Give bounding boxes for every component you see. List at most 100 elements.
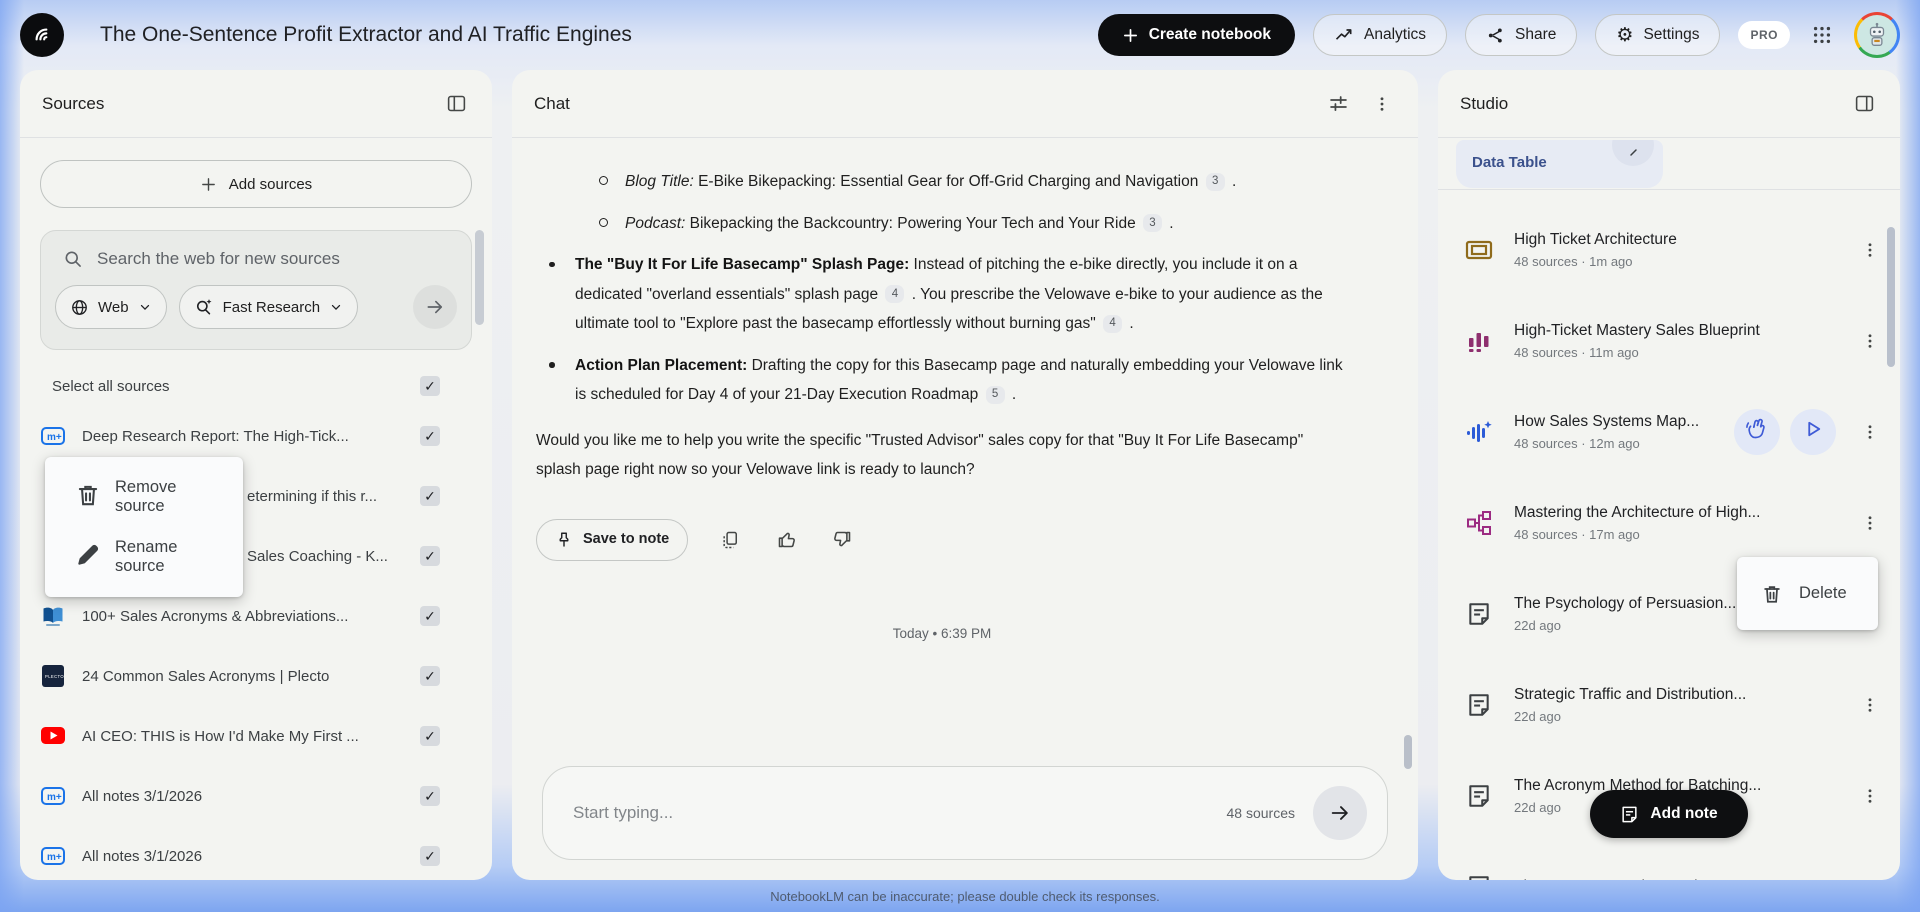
- plus-icon: [1123, 28, 1137, 42]
- play-button[interactable]: [1790, 408, 1836, 455]
- chat-panel-title: Chat: [534, 93, 570, 113]
- collapse-studio-panel-icon[interactable]: [1850, 90, 1878, 118]
- chat-closing-paragraph: Would you like me to help you write the …: [536, 431, 1304, 479]
- arrow-right-icon: [427, 300, 443, 314]
- select-all-checkbox[interactable]: ✓: [420, 376, 440, 396]
- notebooklm-logo-icon[interactable]: [20, 13, 64, 57]
- flowchart-icon: [1464, 510, 1494, 536]
- citation-chip[interactable]: 4: [885, 285, 905, 304]
- pin-icon: [559, 532, 569, 547]
- svg-text:m+: m+: [47, 852, 62, 863]
- source-checkbox[interactable]: ✓: [420, 426, 440, 446]
- youtube-icon: [40, 723, 66, 749]
- note-icon: [1622, 806, 1638, 822]
- rename-source-menu-item[interactable]: Rename source: [45, 527, 243, 587]
- citation-chip[interactable]: 3: [1205, 172, 1225, 191]
- add-sources-button[interactable]: Add sources: [40, 160, 472, 208]
- analytics-button[interactable]: Analytics: [1313, 14, 1448, 56]
- data-table-chip[interactable]: Data Table: [1456, 140, 1663, 188]
- citation-chip[interactable]: 4: [1103, 314, 1123, 333]
- source-row[interactable]: m+ All notes 3/1/2026 ✓: [20, 766, 492, 826]
- thumbs-up-icon[interactable]: [772, 526, 800, 554]
- source-checkbox[interactable]: ✓: [420, 546, 440, 566]
- copy-icon[interactable]: [716, 526, 744, 554]
- note-source-icon: m+: [40, 423, 66, 449]
- web-search-input[interactable]: Search the web for new sources: [97, 249, 340, 269]
- source-checkbox[interactable]: ✓: [420, 666, 440, 686]
- chat-more-options-icon[interactable]: [1368, 90, 1396, 118]
- settings-button[interactable]: ⚙ Settings: [1595, 14, 1721, 56]
- svg-text:PLECTO: PLECTO: [45, 674, 64, 679]
- collapse-sources-panel-icon[interactable]: [442, 90, 470, 118]
- studio-item-more-options-icon[interactable]: [1858, 689, 1882, 721]
- apps-grid-icon[interactable]: [1808, 21, 1836, 49]
- share-button[interactable]: Share: [1465, 14, 1578, 56]
- source-checkbox[interactable]: ✓: [420, 486, 440, 506]
- arrow-right-icon: [1331, 806, 1348, 820]
- web-search-card: Search the web for new sources Web Fast …: [40, 230, 472, 350]
- studio-item[interactable]: Mastering the Architecture of High... 48 …: [1438, 477, 1900, 568]
- save-to-note-button[interactable]: Save to note: [536, 518, 689, 561]
- waveform-icon: [1464, 419, 1494, 445]
- trending-up-icon: [1335, 29, 1352, 40]
- notebook-title[interactable]: The One-Sentence Profit Extractor and AI…: [100, 23, 632, 47]
- remove-source-menu-item[interactable]: Remove source: [45, 467, 243, 527]
- source-title: All notes 3/1/2026: [82, 847, 203, 865]
- note-source-icon: m+: [40, 783, 66, 809]
- studio-item-meta: 22d ago: [1514, 708, 1561, 724]
- studio-context-menu: Delete: [1737, 557, 1878, 630]
- studio-item[interactable]: The Content Creation Engine: Wee...: [1438, 841, 1900, 880]
- chat-scrollbar[interactable]: [1404, 735, 1412, 769]
- bullet-marker: [549, 250, 575, 339]
- create-notebook-button[interactable]: Create notebook: [1097, 14, 1296, 56]
- studio-scrollbar[interactable]: [1887, 227, 1895, 367]
- studio-item-more-options-icon[interactable]: [1858, 325, 1882, 357]
- source-checkbox[interactable]: ✓: [420, 786, 440, 806]
- chat-input-box[interactable]: Start typing... 48 sources: [542, 766, 1388, 860]
- studio-item-more-options-icon[interactable]: [1858, 780, 1882, 812]
- sources-scrollbar[interactable]: [475, 230, 484, 325]
- studio-item[interactable]: How Sales Systems Map... 48 sources · 12m…: [1438, 386, 1900, 477]
- share-icon: [1488, 27, 1502, 43]
- menu-item-label: Rename source: [115, 538, 178, 575]
- disclaimer-text: NotebookLM can be inaccurate; please dou…: [770, 889, 1160, 904]
- source-checkbox[interactable]: ✓: [420, 606, 440, 626]
- citation-chip[interactable]: 5: [985, 385, 1005, 404]
- studio-item[interactable]: High Ticket Architecture 48 sources · 1m …: [1438, 204, 1900, 295]
- citation-chip[interactable]: 3: [1143, 214, 1162, 233]
- thumbs-down-icon[interactable]: [828, 526, 856, 554]
- sources-panel: Sources Add sources Search the web for n…: [20, 70, 492, 880]
- search-submit-button[interactable]: [413, 285, 457, 329]
- chat-sub-bullet: Podcast: Bikepacking the Backcountry: Po…: [599, 209, 1348, 239]
- research-mode-dropdown[interactable]: Fast Research: [178, 285, 359, 329]
- source-row[interactable]: PLECTO 24 Common Sales Acronyms | Plecto ✓: [20, 646, 492, 706]
- delete-menu-item[interactable]: Delete: [1737, 557, 1859, 630]
- studio-item-more-options-icon[interactable]: [1858, 507, 1882, 539]
- source-checkbox[interactable]: ✓: [420, 726, 440, 746]
- web-filter-dropdown[interactable]: Web: [55, 285, 167, 329]
- source-row[interactable]: m+ All notes 3/1/2026 ✓: [20, 826, 492, 880]
- source-row[interactable]: AI CEO: THIS is How I'd Make My First ..…: [20, 706, 492, 766]
- studio-item-title: High-Ticket Mastery Sales Blueprint: [1514, 321, 1760, 339]
- avatar[interactable]: [1854, 12, 1900, 58]
- chat-main-bullet: The "Buy It For Life Basecamp" Splash Pa…: [549, 250, 1348, 339]
- studio-item-meta: 48 sources · 11m ago: [1514, 344, 1639, 360]
- send-button[interactable]: [1313, 786, 1367, 840]
- studio-panel: Studio Data Table High Ticket Architectu…: [1438, 70, 1900, 880]
- studio-item-more-options-icon[interactable]: [1858, 234, 1882, 266]
- add-note-button[interactable]: Add note: [1590, 790, 1748, 838]
- edit-icon[interactable]: [1612, 140, 1654, 166]
- plecto-icon: PLECTO: [40, 663, 66, 689]
- interactive-mode-button[interactable]: [1734, 408, 1780, 455]
- source-context-menu: Remove source Rename source: [45, 457, 243, 597]
- source-title: AI CEO: THIS is How I'd Make My First ..…: [82, 727, 359, 745]
- studio-item-title: High Ticket Architecture: [1514, 230, 1677, 248]
- studio-item-title: Strategic Traffic and Distribution...: [1514, 685, 1747, 703]
- studio-item-more-options-icon[interactable]: [1858, 416, 1882, 448]
- chat-settings-icon[interactable]: [1324, 90, 1352, 118]
- source-checkbox[interactable]: ✓: [420, 846, 440, 866]
- doc-icon: [1464, 783, 1494, 809]
- studio-item[interactable]: High-Ticket Mastery Sales Blueprint 48 so…: [1438, 295, 1900, 386]
- studio-item-more-options-icon[interactable]: [1858, 871, 1882, 880]
- studio-item[interactable]: Strategic Traffic and Distribution... 22d…: [1438, 659, 1900, 750]
